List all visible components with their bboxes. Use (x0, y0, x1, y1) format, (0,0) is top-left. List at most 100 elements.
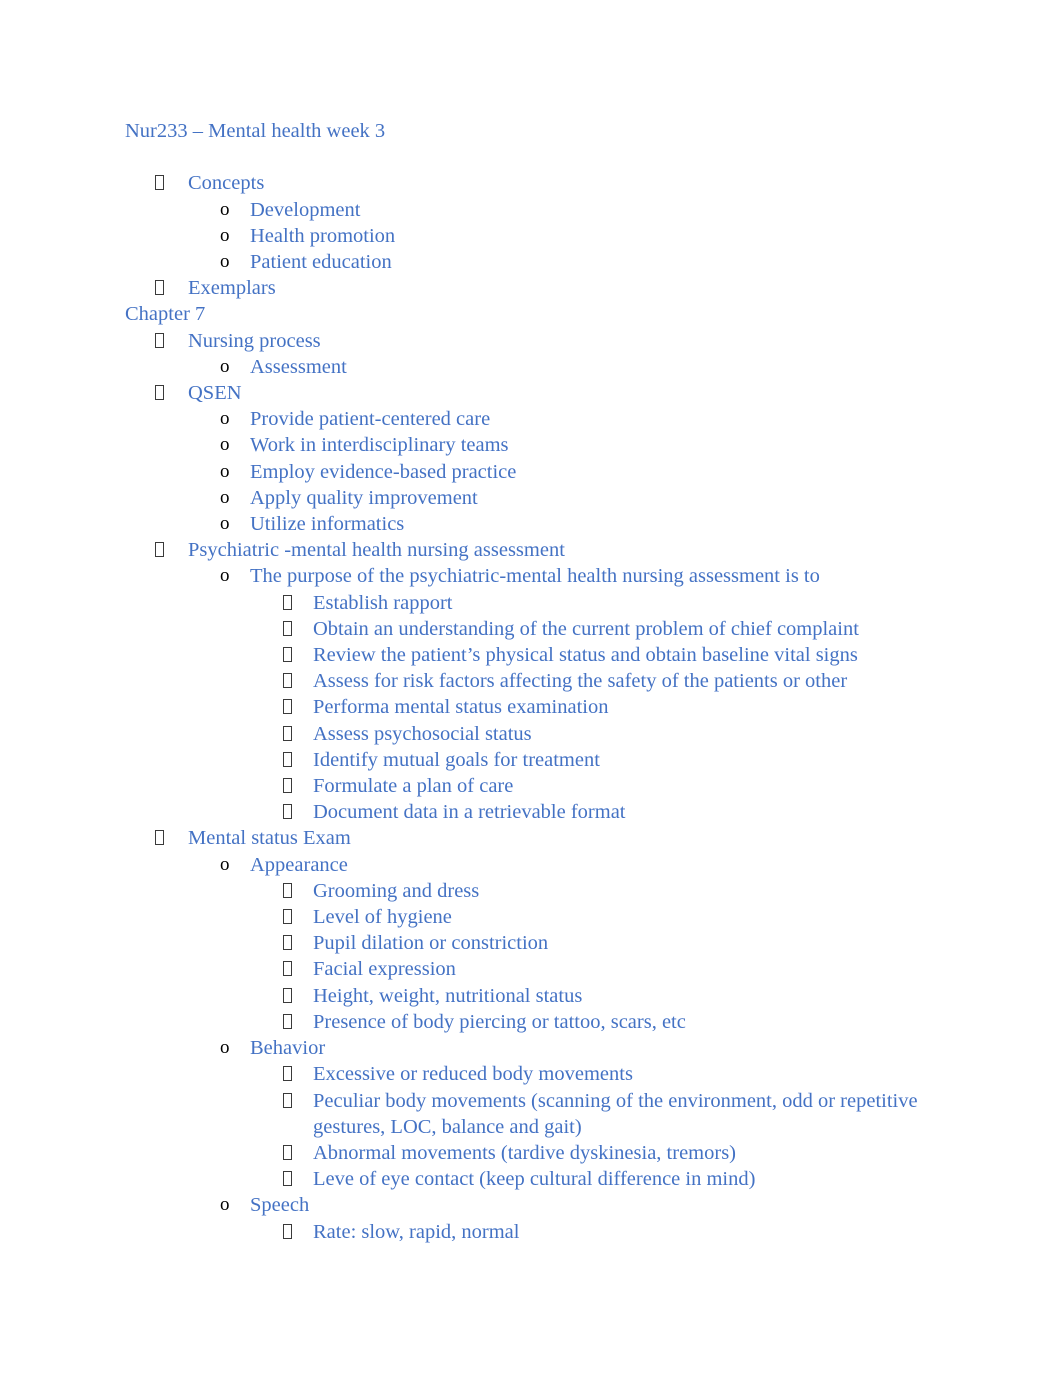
bullet-circle-icon: o (220, 408, 230, 430)
list-item-label: Presence of body piercing or tattoo, sca… (313, 1010, 686, 1033)
list-item: o Provide patient-centered care (125, 406, 976, 432)
list-item: o The purpose of the psychiatric-mental h… (125, 563, 976, 589)
list-item: Performa mental status examination (125, 694, 976, 720)
list-item-label: Leve of eye contact (keep cultural diffe… (313, 1168, 756, 1191)
list-item: Facial expression (125, 956, 976, 982)
bullet-box-icon (283, 673, 292, 689)
list-item-label: Health promotion (250, 224, 396, 247)
list-item: Leve of eye contact (keep cultural diffe… (125, 1166, 976, 1192)
list-item: Document data in a retrievable format (125, 799, 976, 825)
list-item-label: Patient education (250, 251, 392, 273)
section-heading: Chapter 7 (125, 303, 206, 326)
bullet-box-icon (283, 935, 292, 951)
list-item: Rate: slow, rapid, normal (125, 1219, 976, 1245)
list-item: Level of hygiene (125, 904, 976, 930)
bullet-box-icon (283, 1144, 292, 1160)
list-item-label: Facial expression (313, 958, 456, 981)
list-item-label: Provide patient-centered care (250, 408, 491, 431)
bullet-circle-icon: o (220, 251, 230, 272)
bullet-circle-icon: o (220, 1037, 230, 1059)
list-item-label: Apply quality improvement (250, 486, 478, 509)
list-item-label: The purpose of the psychiatric-mental he… (250, 565, 820, 588)
bullet-box-icon (283, 804, 292, 820)
list-item: o Development (125, 197, 976, 223)
list-item-label: Obtain an understanding of the current p… (313, 617, 859, 640)
list-item: o Behavior (125, 1035, 976, 1061)
list-item: Exemplars (125, 275, 976, 301)
list-item-label: Peculiar body movements (scanning of the… (313, 1089, 923, 1138)
list-item: Excessive or reduced body movements (125, 1061, 976, 1087)
list-item: o Patient education (125, 249, 976, 275)
list-item: QSEN (125, 380, 976, 406)
list-item-label: Level of hygiene (313, 906, 452, 929)
list-item-label: Performa mental status examination (313, 696, 609, 719)
bullet-box-icon (155, 385, 164, 401)
bullet-circle-icon: o (220, 565, 230, 587)
list-item-label: Establish rapport (313, 591, 453, 614)
bullet-box-icon (283, 620, 292, 636)
bullet-box-icon (283, 1092, 292, 1108)
list-item: o Utilize informatics (125, 511, 976, 537)
list-item-label: Appearance (250, 853, 348, 876)
list-item-label: Nursing process (188, 329, 321, 352)
list-item-label: Formulate a plan of care (313, 775, 514, 798)
list-item-label: Mental status Exam (188, 827, 351, 850)
bullet-circle-icon: o (220, 224, 230, 246)
bullet-circle-icon: o (220, 513, 230, 535)
list-item: o Assessment (125, 354, 976, 380)
bullet-circle-icon: o (220, 486, 230, 508)
list-item-label: Work in interdisciplinary teams (250, 434, 509, 457)
list-item-label: Assessment (250, 355, 347, 378)
list-item: Peculiar body movements (scanning of the… (125, 1088, 976, 1140)
bullet-circle-icon: o (220, 355, 230, 377)
bullet-box-icon (283, 1013, 292, 1029)
list-item: o Speech (125, 1192, 976, 1218)
list-item-label: Psychiatric -mental health nursing asses… (188, 539, 565, 562)
list-item-label: Assess psychosocial status (313, 722, 532, 745)
list-item-label: Speech (250, 1194, 310, 1217)
list-item-label: Behavior (250, 1037, 326, 1060)
bullet-circle-icon: o (220, 460, 230, 482)
list-item: Nursing process (125, 328, 976, 354)
bullet-box-icon (155, 830, 164, 846)
list-item-label: Concepts (188, 172, 265, 195)
page-title: Nur233 – Mental health week 3 (125, 120, 386, 142)
list-item-label: Review the patient’s physical status and… (313, 644, 858, 667)
bullet-box-icon (155, 542, 164, 558)
bullet-box-icon (155, 175, 164, 191)
bullet-box-icon (283, 594, 292, 610)
list-item-label: Identify mutual goals for treatment (313, 748, 600, 771)
list-item: o Appearance (125, 852, 976, 878)
list-item: Pupil dilation or constriction (125, 930, 976, 956)
list-item: Presence of body piercing or tattoo, sca… (125, 1009, 976, 1035)
list-item: Obtain an understanding of the current p… (125, 616, 976, 642)
bullet-box-icon (283, 1066, 292, 1082)
list-item-label: Exemplars (188, 277, 276, 300)
list-item: Grooming and dress (125, 878, 976, 904)
bullet-box-icon (283, 751, 292, 767)
list-item: Formulate a plan of care (125, 773, 976, 799)
bullet-circle-icon: o (220, 198, 230, 220)
bullet-box-icon (283, 1171, 292, 1187)
list-item: Review the patient’s physical status and… (125, 642, 976, 668)
list-item-label: Employ evidence-based practice (250, 460, 517, 483)
bullet-box-icon (283, 882, 292, 898)
list-item-label: Pupil dilation or constriction (313, 932, 549, 955)
list-item-label: Utilize informatics (250, 513, 405, 536)
bullet-box-icon (155, 332, 164, 348)
list-item-label: Development (250, 198, 361, 221)
document-body: Nur233 – Mental health week 3 Concepts o De… (125, 118, 976, 1245)
list-item: Mental status Exam (125, 825, 976, 851)
list-item: Establish rapport (125, 590, 976, 616)
list-item: Concepts (125, 170, 976, 196)
list-item-label: Abnormal movements (tardive dyskinesia, … (313, 1141, 736, 1164)
bullet-circle-icon: o (220, 1194, 230, 1216)
list-item: Assess for risk factors affecting the sa… (125, 668, 976, 694)
list-item: o Employ evidence-based practice (125, 459, 976, 485)
bullet-box-icon (283, 778, 292, 794)
bullet-box-icon (283, 699, 292, 715)
list-item-label: Height, weight, nutritional status (313, 984, 583, 1007)
bullet-box-icon (283, 909, 292, 925)
list-item-label: Rate: slow, rapid, normal (313, 1220, 520, 1243)
